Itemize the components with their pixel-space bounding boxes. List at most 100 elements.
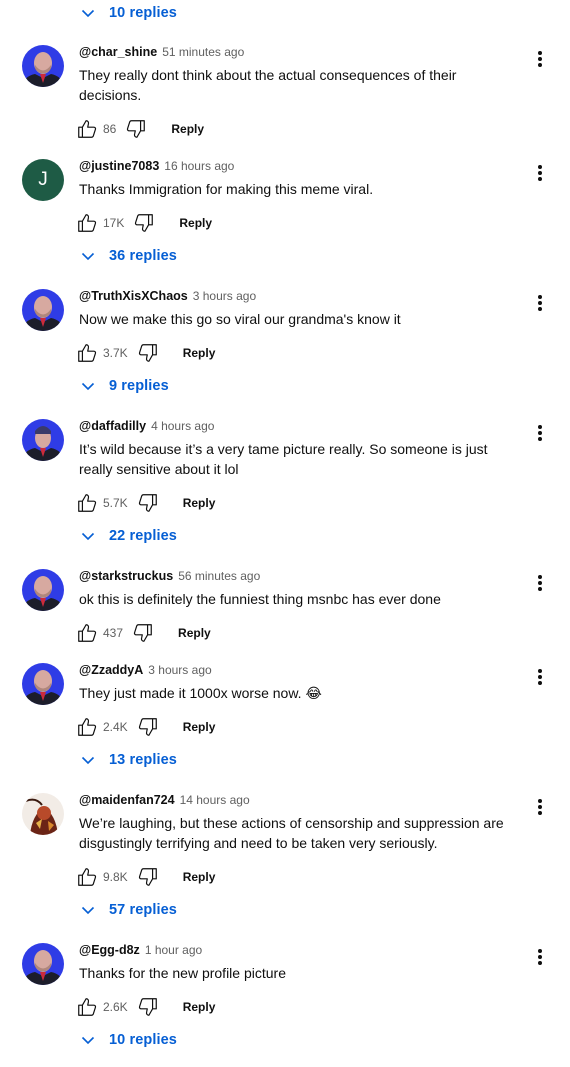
comment-header: @TruthXisXChaos 3 hours ago (79, 289, 256, 305)
reply-button[interactable]: Reply (183, 1000, 216, 1014)
comment-timestamp[interactable]: 56 minutes ago (178, 569, 260, 583)
avatar[interactable]: J (22, 159, 64, 201)
reply-button[interactable]: Reply (179, 216, 212, 230)
thumbs-down-icon[interactable] (132, 622, 154, 644)
thumbs-up-icon[interactable] (76, 716, 98, 738)
more-vert-icon[interactable] (531, 294, 549, 312)
like-count: 437 (103, 626, 124, 640)
replies-toggle[interactable]: 9 replies (80, 374, 169, 398)
comment-header: @justine7083 16 hours ago (79, 159, 234, 175)
thumbs-up-icon[interactable] (76, 212, 98, 234)
chevron-down-icon (80, 378, 96, 394)
chevron-down-icon (80, 752, 96, 768)
comment-author[interactable]: @ZzaddyA (79, 663, 143, 677)
chevron-down-icon (80, 528, 96, 544)
thumbs-down-icon[interactable] (125, 118, 147, 140)
comment-timestamp[interactable]: 14 hours ago (180, 793, 250, 807)
avatar[interactable] (22, 569, 64, 611)
thumbs-up-icon[interactable] (76, 492, 98, 514)
replies-count-label: 9 replies (109, 378, 169, 394)
replies-count-label: 10 replies (109, 5, 177, 21)
replies-toggle[interactable]: 57 replies (80, 898, 177, 922)
avatar[interactable] (22, 663, 64, 705)
replies-count-label: 57 replies (109, 902, 177, 918)
like-count: 5.7K (103, 496, 128, 510)
thumbs-up-icon[interactable] (76, 866, 98, 888)
thumbs-up-icon[interactable] (76, 118, 98, 140)
reply-button[interactable]: Reply (171, 122, 204, 136)
thumbs-up-icon[interactable] (76, 342, 98, 364)
comment-author[interactable]: @maidenfan724 (79, 793, 175, 807)
replies-toggle[interactable]: 10 replies (80, 1, 177, 25)
comment-actions: 437 Reply (76, 621, 211, 645)
comment-actions: 2.6K Reply (76, 995, 215, 1019)
comment-actions: 17K Reply (76, 211, 212, 235)
thumbs-up-icon[interactable] (76, 996, 98, 1018)
more-vert-icon[interactable] (531, 798, 549, 816)
avatar-letter: J (38, 169, 48, 190)
replies-count-label: 13 replies (109, 752, 177, 768)
comment-author[interactable]: @daffadilly (79, 419, 146, 433)
thumbs-up-icon[interactable] (76, 622, 98, 644)
avatar[interactable] (22, 419, 64, 461)
comment-author[interactable]: @justine7083 (79, 159, 159, 173)
thumbs-down-icon[interactable] (137, 716, 159, 738)
comment-actions: 2.4K Reply (76, 715, 215, 739)
comment-timestamp[interactable]: 16 hours ago (164, 159, 234, 173)
comment-timestamp[interactable]: 51 minutes ago (162, 45, 244, 59)
avatar[interactable] (22, 943, 64, 985)
replies-toggle[interactable]: 36 replies (80, 244, 177, 268)
like-count: 3.7K (103, 346, 128, 360)
comment-author[interactable]: @TruthXisXChaos (79, 289, 188, 303)
more-vert-icon[interactable] (531, 164, 549, 182)
more-vert-icon[interactable] (531, 668, 549, 686)
comment-timestamp[interactable]: 3 hours ago (193, 289, 256, 303)
comment-header: @maidenfan724 14 hours ago (79, 793, 250, 809)
avatar[interactable] (22, 793, 64, 835)
like-count: 86 (103, 122, 117, 136)
comment-actions: 3.7K Reply (76, 341, 215, 365)
reply-button[interactable]: Reply (183, 870, 216, 884)
more-vert-icon[interactable] (531, 50, 549, 68)
thumbs-down-icon[interactable] (137, 996, 159, 1018)
chevron-down-icon (80, 902, 96, 918)
comment-author[interactable]: @Egg-d8z (79, 943, 140, 957)
reply-button[interactable]: Reply (178, 626, 211, 640)
comment-text: ok this is definitely the funniest thing… (79, 591, 441, 607)
more-vert-icon[interactable] (531, 574, 549, 592)
comment-timestamp[interactable]: 3 hours ago (148, 663, 211, 677)
comment-text: They just made it 1000x worse now. 😂 (79, 685, 322, 701)
replies-count-label: 36 replies (109, 248, 177, 264)
replies-toggle[interactable]: 10 replies (80, 1028, 177, 1052)
replies-toggle[interactable]: 22 replies (80, 524, 177, 548)
thumbs-down-icon[interactable] (133, 212, 155, 234)
comment-author[interactable]: @char_shine (79, 45, 157, 59)
reply-button[interactable]: Reply (183, 720, 216, 734)
comment-text: They really dont think about the actual … (79, 67, 457, 103)
avatar[interactable] (22, 289, 64, 331)
replies-count-label: 22 replies (109, 528, 177, 544)
comment-text: Now we make this go so viral our grandma… (79, 311, 401, 327)
chevron-down-icon (80, 5, 96, 21)
comment-text: Thanks Immigration for making this meme … (79, 181, 374, 197)
comment-header: @ZzaddyA 3 hours ago (79, 663, 212, 679)
thumbs-down-icon[interactable] (137, 342, 159, 364)
more-vert-icon[interactable] (531, 424, 549, 442)
more-vert-icon[interactable] (531, 948, 549, 966)
comment-text: We’re laughing, but these actions of cen… (79, 815, 504, 851)
avatar[interactable] (22, 45, 64, 87)
comment-actions: 86 Reply (76, 117, 204, 141)
comment-header: @starkstruckus 56 minutes ago (79, 569, 260, 585)
comment-timestamp[interactable]: 4 hours ago (151, 419, 214, 433)
thumbs-down-icon[interactable] (137, 492, 159, 514)
comment-author[interactable]: @starkstruckus (79, 569, 173, 583)
comment-timestamp[interactable]: 1 hour ago (145, 943, 202, 957)
like-count: 9.8K (103, 870, 128, 884)
thumbs-down-icon[interactable] (137, 866, 159, 888)
reply-button[interactable]: Reply (183, 496, 216, 510)
comment-header: @char_shine 51 minutes ago (79, 45, 244, 61)
replies-toggle[interactable]: 13 replies (80, 748, 177, 772)
like-count: 17K (103, 216, 125, 230)
replies-count-label: 10 replies (109, 1032, 177, 1048)
reply-button[interactable]: Reply (183, 346, 216, 360)
